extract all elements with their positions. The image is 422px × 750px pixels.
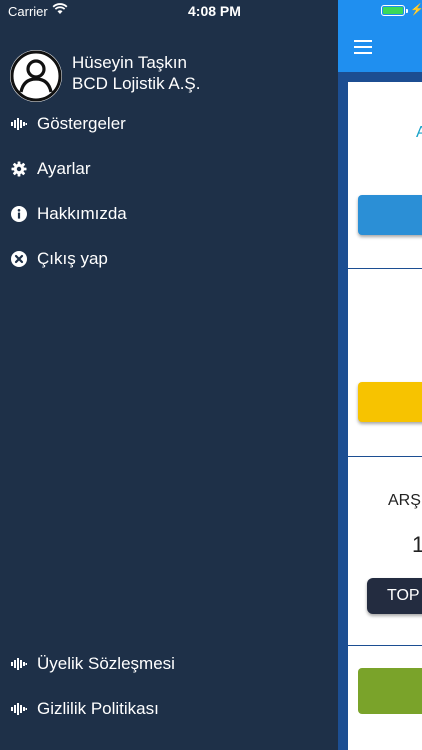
menu-item-label: Ayarlar bbox=[37, 159, 91, 178]
info-icon bbox=[10, 205, 28, 223]
green-action-button[interactable] bbox=[358, 668, 422, 714]
clock: 4:08 PM bbox=[188, 3, 241, 19]
menu-item-label: Çıkış yap bbox=[37, 249, 108, 268]
yellow-action-button[interactable] bbox=[358, 382, 422, 422]
status-bar: Carrier 4:08 PM ⚡ bbox=[0, 0, 422, 22]
menu-item-gostergeler[interactable]: Göstergeler bbox=[0, 106, 338, 142]
profile-name: Hüseyin Taşkın bbox=[72, 53, 187, 72]
menu-item-gizlilik-politikasi[interactable]: Gizlilik Politikası bbox=[0, 691, 338, 727]
battery-icon bbox=[381, 5, 408, 16]
menu-item-label: Göstergeler bbox=[37, 114, 126, 133]
dashboard-cards: A ARŞ 1 TOP bbox=[348, 82, 422, 750]
menu-item-label: Üyelik Sözleşmesi bbox=[37, 654, 175, 673]
total-button-peek[interactable]: TOP bbox=[367, 578, 422, 614]
card-divider bbox=[348, 456, 422, 457]
card-title-peek: A bbox=[416, 124, 422, 141]
menu-item-label: Gizlilik Politikası bbox=[37, 699, 159, 718]
card-divider bbox=[348, 268, 422, 269]
equalizer-icon bbox=[10, 115, 28, 133]
profile-company: BCD Lojistik A.Ş. bbox=[72, 74, 201, 93]
charging-icon: ⚡ bbox=[410, 4, 422, 16]
menu-item-hakkimizda[interactable]: Hakkımızda bbox=[0, 196, 338, 232]
menu-item-label: Hakkımızda bbox=[37, 204, 127, 223]
menu-item-ayarlar[interactable]: Ayarlar bbox=[0, 151, 338, 187]
carrier-label: Carrier bbox=[8, 4, 48, 19]
main-content-peek[interactable]: A ARŞ 1 TOP bbox=[338, 0, 422, 750]
side-drawer: Hüseyin Taşkın BCD Lojistik A.Ş. Gösterg… bbox=[0, 0, 338, 750]
avatar bbox=[10, 50, 62, 102]
user-icon bbox=[10, 50, 62, 102]
equalizer-icon bbox=[10, 700, 28, 718]
wifi-icon bbox=[52, 3, 68, 18]
menu-item-uyelik-sozlesmesi[interactable]: Üyelik Sözleşmesi bbox=[0, 646, 338, 682]
gear-icon bbox=[10, 160, 28, 178]
archive-count-peek: 1 bbox=[412, 532, 422, 557]
archive-label-peek: ARŞ bbox=[388, 492, 421, 509]
card-divider bbox=[348, 645, 422, 646]
menu-item-cikis[interactable]: Çıkış yap bbox=[0, 241, 338, 277]
close-circle-icon bbox=[10, 250, 28, 268]
hamburger-menu-icon[interactable] bbox=[354, 40, 372, 54]
blue-action-button[interactable] bbox=[358, 195, 422, 235]
equalizer-icon bbox=[10, 655, 28, 673]
